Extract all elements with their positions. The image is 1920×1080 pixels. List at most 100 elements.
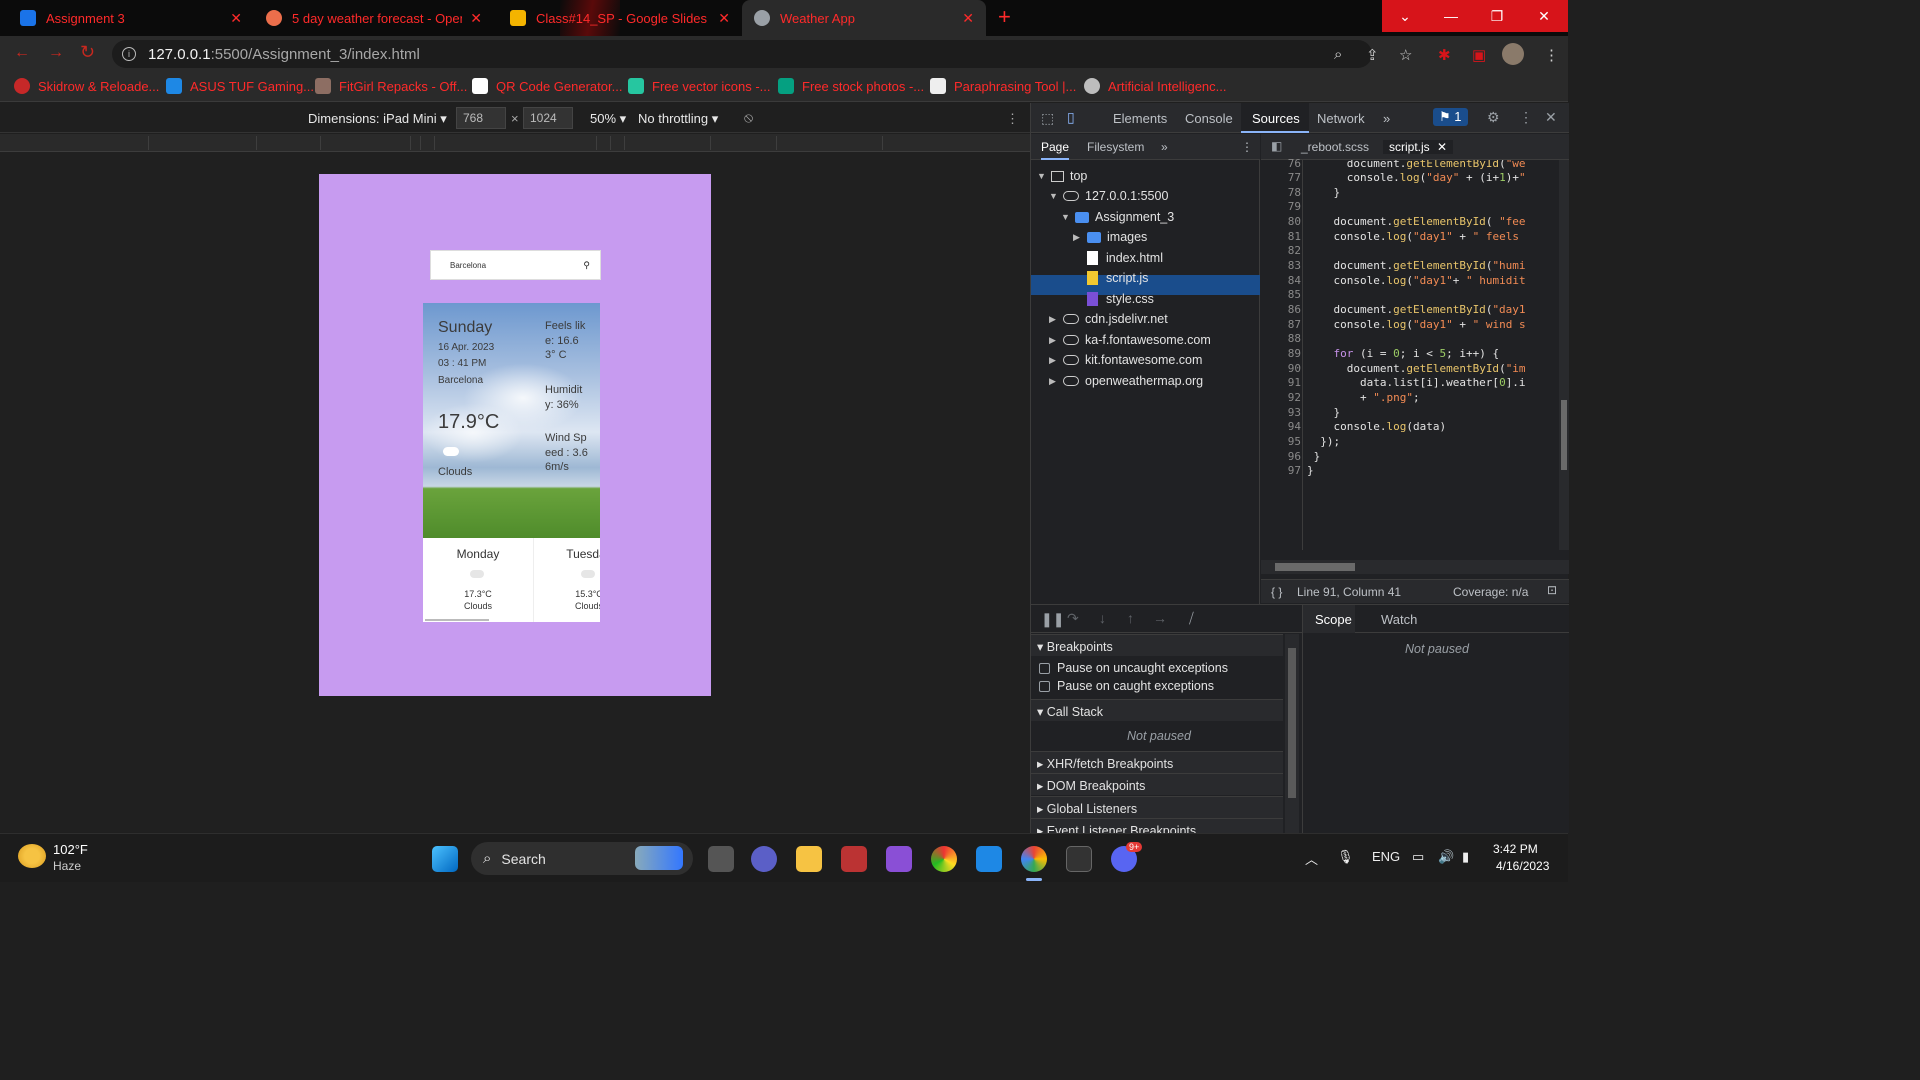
more-nav-tabs-icon[interactable]: » — [1161, 140, 1168, 154]
pretty-print-icon[interactable]: { } — [1271, 585, 1282, 599]
call-stack-section[interactable]: ▾ Call Stack — [1031, 699, 1283, 721]
browser-tab-openweather[interactable]: 5 day weather forecast - OpenW ✕ — [254, 0, 494, 36]
tree-domain[interactable]: ▶ ka-f.fontawesome.com — [1049, 333, 1211, 347]
inspect-element-icon[interactable]: ⬚ — [1041, 110, 1054, 127]
tree-file-style[interactable]: style.css — [1087, 292, 1154, 306]
pause-icon[interactable]: ❚❚ — [1041, 611, 1064, 628]
more-options-icon[interactable]: ⋮ — [1006, 111, 1019, 127]
bookmark-item[interactable]: Free vector icons -... — [628, 78, 770, 94]
nav-tab-filesystem[interactable]: Filesystem — [1087, 140, 1144, 154]
visual-studio-icon[interactable] — [886, 846, 912, 872]
browser-tab-weather-app[interactable]: Weather App ✕ — [742, 0, 986, 36]
close-tab-icon[interactable]: ✕ — [962, 10, 974, 27]
taskbar-search[interactable]: ⌕ Search — [471, 842, 693, 875]
sidebar-icon[interactable]: ▣ — [1472, 46, 1486, 64]
issues-badge[interactable]: ⚑ 1 — [1433, 108, 1468, 126]
zoom-icon[interactable]: ⌕ — [1334, 46, 1342, 63]
share-icon[interactable]: ⇪ — [1366, 46, 1379, 64]
tab-elements[interactable]: Elements — [1113, 111, 1167, 126]
pause-caught-checkbox[interactable]: Pause on caught exceptions — [1039, 679, 1214, 693]
volume-icon[interactable]: 🔊 — [1438, 849, 1454, 865]
throttling-select[interactable]: No throttling ▾ — [638, 111, 718, 127]
teams-chat-icon[interactable] — [751, 846, 777, 872]
restore-button[interactable]: ❐ — [1474, 0, 1520, 32]
breakpoints-section[interactable]: ▾ Breakpoints — [1031, 634, 1283, 656]
tab-sources[interactable]: Sources — [1252, 111, 1300, 126]
taskbar-weather-temp[interactable]: 102°F — [53, 842, 88, 857]
chrome-icon[interactable] — [1021, 846, 1047, 872]
deactivate-breakpoints-icon[interactable]: ⧸ — [1189, 610, 1194, 627]
step-over-icon[interactable]: ↷ — [1067, 610, 1079, 627]
step-out-icon[interactable]: ↑ — [1127, 610, 1134, 626]
coverage-toggle-icon[interactable]: ⊡ — [1547, 583, 1557, 597]
task-view-icon[interactable] — [708, 846, 734, 872]
close-window-button[interactable]: ✕ — [1520, 0, 1568, 32]
city-search-box[interactable]: Barcelona ⚲ — [430, 250, 601, 280]
tab-console[interactable]: Console — [1185, 111, 1233, 126]
profile-avatar[interactable] — [1502, 43, 1524, 65]
xhr-breakpoints-section[interactable]: ▸ XHR/fetch Breakpoints — [1031, 751, 1283, 773]
toggle-navigator-icon[interactable]: ◧ — [1271, 139, 1282, 153]
editor-tab-script[interactable]: script.js ✕ — [1383, 140, 1454, 154]
forecast-strip[interactable]: Monday 17.3°C Clouds Tuesday 15.3°C Clou… — [423, 538, 600, 622]
bookmark-item[interactable]: Free stock photos -... — [778, 78, 924, 94]
editor-tab-reboot[interactable]: _reboot.scss — [1301, 140, 1369, 154]
bookmark-item[interactable]: Skidrow & Reloade... — [14, 78, 159, 94]
file-explorer-icon[interactable] — [796, 846, 822, 872]
tree-domain[interactable]: ▶ openweathermap.org — [1049, 374, 1203, 388]
bookmark-item[interactable]: Artificial Intelligenc... — [1084, 78, 1227, 94]
browser-tab-assignment-3[interactable]: Assignment 3 ✕ — [8, 0, 254, 36]
debugger-scrollbar[interactable] — [1285, 634, 1299, 834]
viewport-width-input[interactable]: 768 — [456, 107, 506, 129]
tab-network[interactable]: Network — [1317, 111, 1365, 126]
zoom-select[interactable]: 50% ▾ — [590, 111, 626, 127]
close-editor-tab-icon[interactable]: ✕ — [1437, 140, 1447, 154]
taskbar-weather-desc[interactable]: Haze — [53, 859, 81, 873]
language-indicator[interactable]: ENG — [1372, 849, 1400, 864]
tree-file-script[interactable]: script.js — [1087, 271, 1148, 285]
site-info-icon[interactable]: i — [122, 47, 136, 61]
rotate-icon[interactable]: ⦸ — [744, 109, 753, 126]
terminal-icon[interactable] — [1066, 846, 1092, 872]
windows-start-icon[interactable] — [432, 846, 458, 872]
bookmark-star-icon[interactable]: ☆ — [1399, 46, 1412, 64]
reload-icon[interactable]: ↻ — [80, 42, 95, 63]
bookmark-item[interactable]: ASUS TUF Gaming... — [166, 78, 314, 94]
tab-search-chevron-icon[interactable]: ⌄ — [1382, 0, 1428, 32]
menu-dots-icon[interactable]: ⋮ — [1544, 46, 1559, 64]
step-icon[interactable]: → — [1153, 610, 1167, 626]
horizontal-scrollbar[interactable] — [425, 619, 489, 621]
game-app-icon[interactable] — [841, 846, 867, 872]
dom-breakpoints-section[interactable]: ▸ DOM Breakpoints — [1031, 773, 1283, 795]
new-tab-button[interactable]: + — [998, 6, 1011, 28]
tree-file-index[interactable]: index.html — [1087, 251, 1163, 265]
close-tab-icon[interactable]: ✕ — [470, 10, 482, 27]
close-tab-icon[interactable]: ✕ — [718, 10, 730, 27]
show-hidden-icons-chevron-icon[interactable]: ︿ — [1305, 849, 1318, 868]
network-icon[interactable]: ▭ — [1412, 849, 1424, 865]
global-listeners-section[interactable]: ▸ Global Listeners — [1031, 796, 1283, 818]
tree-folder-images[interactable]: ▶ images — [1073, 230, 1147, 244]
tree-folder-assignment[interactable]: ▼ Assignment_3 — [1061, 210, 1174, 224]
forward-icon[interactable]: → — [48, 44, 64, 62]
bookmark-item[interactable]: QR Code Generator... — [472, 78, 622, 94]
microphone-icon[interactable]: 🎙 — [1337, 849, 1354, 865]
tree-domain[interactable]: ▶ kit.fontawesome.com — [1049, 353, 1202, 367]
close-devtools-icon[interactable]: ✕ — [1545, 109, 1557, 126]
step-into-icon[interactable]: ↓ — [1099, 610, 1106, 626]
address-bar[interactable]: i 127.0.0.1:5500/Assignment_3/index.html — [112, 40, 1372, 68]
vertical-scrollbar[interactable] — [1559, 160, 1569, 550]
more-tabs-chevron-icon[interactable]: » — [1383, 111, 1390, 126]
pause-uncaught-checkbox[interactable]: Pause on uncaught exceptions — [1039, 661, 1228, 675]
tab-scope[interactable]: Scope — [1315, 612, 1352, 627]
tree-top[interactable]: ▼ top — [1037, 169, 1087, 183]
clock-date[interactable]: 4/16/2023 — [1496, 859, 1549, 873]
minimize-button[interactable]: — — [1428, 0, 1474, 32]
code-editor[interactable]: ◧ _reboot.scss script.js ✕ 76 77 78 79 8… — [1261, 134, 1569, 574]
close-tab-icon[interactable]: ✕ — [230, 10, 242, 27]
back-icon[interactable]: ← — [14, 44, 30, 62]
browser-tab-google-slides[interactable]: Class#14_SP - Google Slides ✕ — [498, 0, 742, 36]
device-toggle-icon[interactable]: ▯ — [1067, 109, 1075, 126]
chrome-alt-icon[interactable] — [931, 846, 957, 872]
clock-time[interactable]: 3:42 PM — [1493, 842, 1538, 856]
